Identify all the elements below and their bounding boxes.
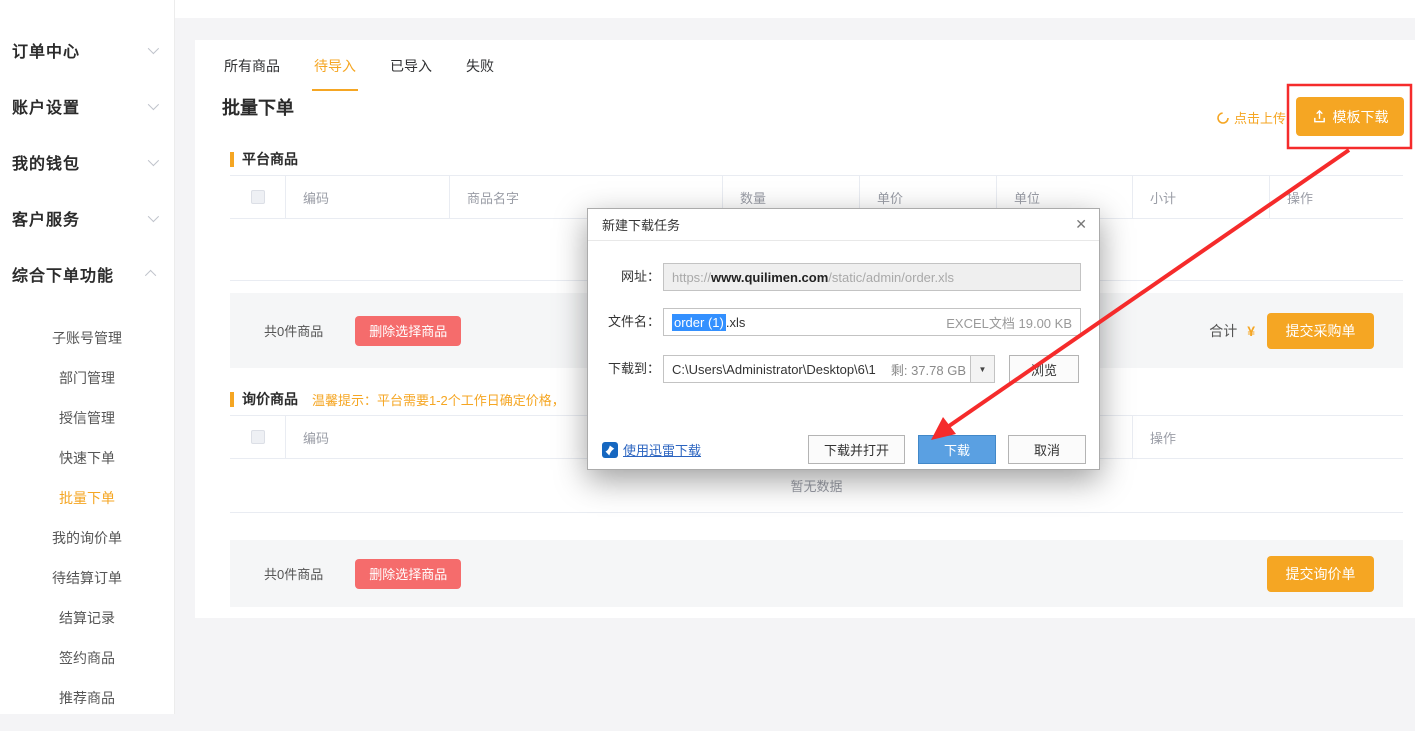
dialog-title: 新建下载任务 (602, 215, 680, 234)
filename-extension: .xls (726, 315, 746, 330)
chevron-down-icon (148, 99, 159, 110)
url-prefix: https:// (672, 270, 711, 285)
empty-data-text: 暂无数据 (790, 476, 842, 495)
url-path: /static/admin/order.xls (828, 270, 954, 285)
platform-section-title: 平台商品 (230, 152, 298, 167)
column-header-actions: 操作 (1133, 416, 1403, 458)
delete-selected-button[interactable]: 删除选择商品 (355, 316, 461, 346)
cancel-button[interactable]: 取消 (1008, 435, 1086, 464)
submit-purchase-order-button[interactable]: 提交采购单 (1267, 313, 1374, 349)
dropdown-arrow-icon: ▼ (979, 365, 987, 374)
sidebar-item-credit[interactable]: 授信管理 (0, 398, 174, 438)
sidebar-group-combined-ordering[interactable]: 综合下单功能 (0, 246, 174, 302)
sidebar-item-pending-settlement[interactable]: 待结算订单 (0, 558, 174, 598)
chevron-down-icon (148, 211, 159, 222)
sidebar-item-my-inquiries[interactable]: 我的询价单 (0, 518, 174, 558)
url-domain: www.quilimen.com (711, 270, 828, 285)
sidebar-item-departments[interactable]: 部门管理 (0, 358, 174, 398)
sidebar-group-label: 客户服务 (12, 206, 80, 230)
close-icon[interactable]: ✕ (1075, 216, 1087, 233)
delete-selected-button[interactable]: 删除选择商品 (355, 559, 461, 589)
sidebar-group-order-center[interactable]: 订单中心 (0, 22, 174, 78)
sidebar-group-label: 订单中心 (12, 38, 80, 62)
column-header-code: 编码 (286, 416, 590, 458)
sidebar-group-label: 账户设置 (12, 94, 80, 118)
sidebar-item-quick-order[interactable]: 快速下单 (0, 438, 174, 478)
save-path-field[interactable]: C:\Users\Administrator\Desktop\6\1 剩: 37… (663, 355, 971, 383)
upload-link-label: 点击上传 (1234, 108, 1286, 127)
chevron-down-icon (148, 155, 159, 166)
download-button[interactable]: 下载 (918, 435, 996, 464)
page: 订单中心 账户设置 我的钱包 客户服务 综合下单功能 子账号管理 部门管理 授信… (0, 0, 1415, 731)
tab-pending-import[interactable]: 待导入 (312, 56, 358, 91)
save-path-text: C:\Users\Administrator\Desktop\6\1 (672, 362, 876, 377)
filename-selected-text: order (1) (672, 314, 726, 331)
select-all-checkbox[interactable] (251, 430, 265, 444)
sidebar-group-label: 我的钱包 (12, 150, 80, 174)
header-checkbox-cell (230, 176, 286, 218)
inquiry-footer-bar: 共0件商品 删除选择商品 提交询价单 (230, 540, 1403, 607)
platform-section-header: 平台商品 (230, 152, 298, 167)
sidebar-item-contracted-products[interactable]: 签约商品 (0, 638, 174, 678)
sidebar-item-recommended-products[interactable]: 推荐商品 (0, 678, 174, 718)
header-checkbox-cell (230, 416, 286, 458)
dialog-footer: 使用迅雷下载 下载并打开 下载 取消 (588, 435, 1099, 464)
inquiry-section-title: 询价商品 (230, 392, 298, 407)
file-type-size-text: EXCEL文档 19.00 KB (946, 313, 1072, 332)
tab-bar: 所有商品 待导入 已导入 失败 (222, 56, 496, 91)
inquiry-count-text: 共0件商品 (264, 564, 323, 583)
currency-symbol: ¥ (1247, 323, 1255, 339)
sidebar-item-settlement-records[interactable]: 结算记录 (0, 598, 174, 638)
page-title: 批量下单 (222, 94, 294, 120)
thunder-link-label: 使用迅雷下载 (623, 440, 701, 459)
click-upload-link[interactable]: 点击上传 (1216, 108, 1286, 127)
template-download-button[interactable]: 模板下载 (1296, 97, 1404, 136)
chevron-down-icon (148, 43, 159, 54)
url-label: 网址： (602, 263, 660, 291)
dialog-titlebar: 新建下载任务 ✕ (588, 209, 1099, 241)
chevron-up-icon (145, 270, 156, 281)
url-field[interactable]: https://www.quilimen.com/static/admin/or… (663, 263, 1081, 291)
thunder-download-link[interactable]: 使用迅雷下载 (602, 440, 701, 459)
sidebar: 订单中心 账户设置 我的钱包 客户服务 综合下单功能 子账号管理 部门管理 授信… (0, 0, 175, 714)
upload-icon (1312, 109, 1327, 124)
save-to-label: 下载到： (602, 355, 660, 383)
platform-count-text: 共0件商品 (264, 321, 323, 340)
sidebar-item-batch-order[interactable]: 批量下单 (0, 478, 174, 518)
top-strip (0, 0, 1415, 18)
sidebar-group-customer-service[interactable]: 客户服务 (0, 190, 174, 246)
browse-button[interactable]: 浏览 (1009, 355, 1079, 383)
free-space-text: 剩: 37.78 GB (883, 360, 966, 379)
inquiry-section-header: 询价商品 温馨提示：平台需要1-2个工作日确定价格， (230, 390, 565, 409)
sidebar-group-label: 综合下单功能 (12, 262, 114, 286)
filename-label: 文件名： (602, 308, 660, 336)
total-label: 合计 (1209, 321, 1237, 341)
select-all-checkbox[interactable] (251, 190, 265, 204)
sidebar-item-sub-accounts[interactable]: 子账号管理 (0, 318, 174, 358)
sidebar-sub-list: 子账号管理 部门管理 授信管理 快速下单 批量下单 我的询价单 待结算订单 结算… (0, 318, 174, 718)
column-header-code: 编码 (286, 176, 450, 218)
tab-failed[interactable]: 失败 (464, 56, 496, 91)
filename-field[interactable]: order (1).xls EXCEL文档 19.00 KB (663, 308, 1081, 336)
submit-inquiry-button[interactable]: 提交询价单 (1267, 556, 1374, 592)
download-and-open-button[interactable]: 下载并打开 (808, 435, 905, 464)
template-download-label: 模板下载 (1333, 107, 1389, 127)
inquiry-notice-text: 温馨提示：平台需要1-2个工作日确定价格， (312, 390, 565, 409)
download-dialog: 新建下载任务 ✕ 网址： https://www.quilimen.com/st… (587, 208, 1100, 470)
thunder-icon (602, 442, 618, 458)
column-header-subtotal: 小计 (1133, 176, 1270, 218)
tab-all-products[interactable]: 所有商品 (222, 56, 282, 91)
path-dropdown-button[interactable]: ▼ (971, 355, 995, 383)
sidebar-group-account-settings[interactable]: 账户设置 (0, 78, 174, 134)
sidebar-group-my-wallet[interactable]: 我的钱包 (0, 134, 174, 190)
refresh-circle-icon (1216, 111, 1230, 125)
column-header-actions: 操作 (1270, 176, 1403, 218)
tab-imported[interactable]: 已导入 (388, 56, 434, 91)
